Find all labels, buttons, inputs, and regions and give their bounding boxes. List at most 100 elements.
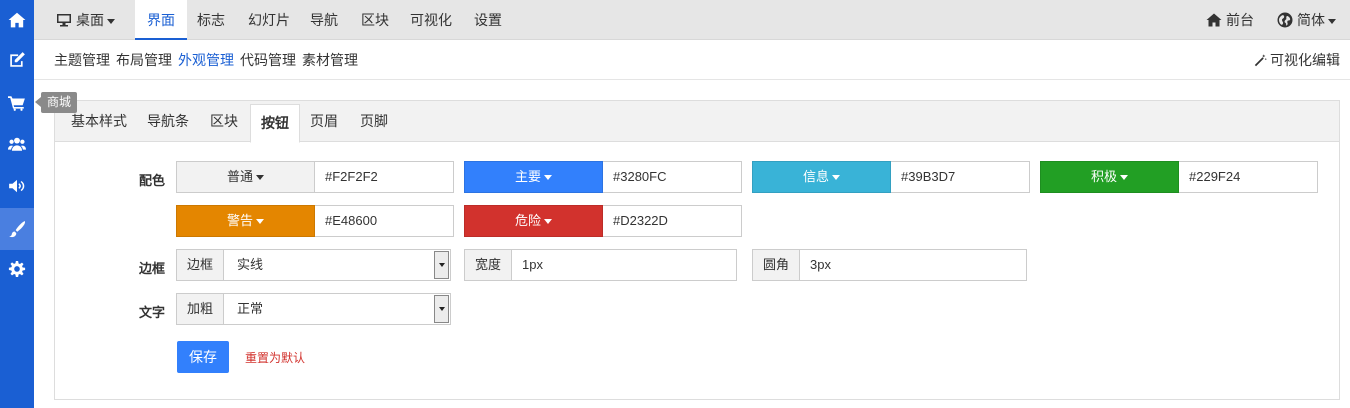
save-button[interactable]: 保存 (177, 341, 229, 373)
border-width-group: 宽度 1px (464, 249, 738, 281)
border-style-addon: 边框 (176, 249, 225, 281)
language-dropdown[interactable]: 简体 (1277, 0, 1336, 40)
desktop-label: 桌面 (76, 12, 104, 28)
tab-navbar[interactable]: 导航条 (147, 101, 189, 142)
border-label: 边框 (139, 261, 166, 276)
users-icon (8, 137, 26, 151)
color-name: 警告 (226, 213, 253, 228)
frontend-link[interactable]: 前台 (1206, 0, 1254, 40)
tab-slideshow[interactable]: 幻灯片 (248, 0, 290, 40)
tab-basic-style[interactable]: 基本样式 (71, 101, 127, 142)
border-style-select[interactable]: 实线 (224, 249, 452, 281)
text-label: 文字 (139, 305, 166, 320)
magic-wand-icon (1254, 54, 1267, 67)
color-name: 普通 (226, 169, 253, 184)
subnav-layout[interactable]: 布局管理 (116, 40, 172, 80)
color-input-warning[interactable]: #E48600 (315, 205, 454, 237)
tab-block[interactable]: 区块 (210, 101, 238, 142)
chevron-down-icon (256, 219, 264, 225)
settings-panel: 基本样式 导航条 区块 按钮 页眉 页脚 配色 普通 #F2F2F2 主要 #3… (54, 100, 1340, 400)
color-dropdown-success[interactable]: 积极 (1040, 161, 1179, 193)
desktop-dropdown[interactable]: 桌面 (56, 0, 115, 40)
sidebar-item-broadcast[interactable] (0, 166, 34, 206)
frontend-label: 前台 (1226, 12, 1254, 28)
home-icon (1206, 13, 1222, 27)
panel-tabs: 基本样式 导航条 区块 按钮 页眉 页脚 (55, 101, 1339, 143)
color-dropdown-default[interactable]: 普通 (176, 161, 315, 193)
tab-logo[interactable]: 标志 (197, 0, 225, 40)
sidebar-item-home[interactable] (0, 0, 34, 40)
subnav-theme[interactable]: 主题管理 (54, 40, 110, 80)
sidebar-item-shop[interactable] (0, 83, 34, 123)
sub-navbar: 主题管理 布局管理 外观管理 代码管理 素材管理 可视化编辑 (34, 40, 1350, 80)
color-group-info: 信息 #39B3D7 (752, 161, 1030, 193)
color-dropdown-primary[interactable]: 主要 (464, 161, 603, 193)
color-dropdown-info[interactable]: 信息 (752, 161, 891, 193)
color-name: 危险 (514, 213, 541, 228)
gear-icon (8, 261, 26, 277)
color-name: 信息 (802, 169, 829, 184)
font-weight-value: 正常 (237, 301, 264, 316)
font-weight-select[interactable]: 正常 (224, 293, 452, 325)
border-width-input[interactable]: 1px (512, 249, 738, 281)
chevron-down-icon (832, 175, 840, 181)
tab-interface[interactable]: 界面 (135, 0, 187, 40)
chevron-down-icon (256, 175, 264, 181)
color-group-primary: 主要 #3280FC (464, 161, 742, 193)
language-label: 简体 (1297, 12, 1325, 28)
tab-header[interactable]: 页眉 (310, 101, 338, 142)
sidebar-item-appearance[interactable] (0, 208, 34, 250)
border-radius-group: 圆角 3px (752, 249, 1028, 281)
color-input-default[interactable]: #F2F2F2 (315, 161, 454, 193)
sidebar-item-settings[interactable] (0, 250, 34, 290)
chevron-down-icon (1120, 175, 1128, 181)
visual-edit-label: 可视化编辑 (1270, 52, 1340, 68)
border-width-addon: 宽度 (464, 249, 513, 281)
visual-edit-link[interactable]: 可视化编辑 (1254, 40, 1340, 80)
subnav-appearance[interactable]: 外观管理 (178, 40, 234, 80)
cart-icon (8, 96, 25, 111)
sidebar (0, 0, 34, 408)
color-input-danger[interactable]: #D2322D (603, 205, 742, 237)
sidebar-item-users[interactable] (0, 124, 34, 164)
border-radius-input[interactable]: 3px (800, 249, 1028, 281)
tab-visual[interactable]: 可视化 (410, 0, 452, 40)
color-group-danger: 危险 #D2322D (464, 205, 742, 237)
color-input-success[interactable]: #229F24 (1179, 161, 1318, 193)
chevron-down-icon (1328, 18, 1336, 24)
top-navbar: 桌面 界面 标志 幻灯片 导航 区块 可视化 设置 前台 简体 (34, 0, 1350, 40)
tab-button[interactable]: 按钮 (250, 104, 300, 143)
tab-navigation[interactable]: 导航 (310, 0, 338, 40)
sidebar-item-edit[interactable] (0, 40, 34, 80)
color-group-default: 普通 #F2F2F2 (176, 161, 454, 193)
tab-settings[interactable]: 设置 (474, 0, 502, 40)
globe-icon (1277, 12, 1293, 28)
chevron-down-icon (107, 18, 115, 24)
border-style-group: 边框 实线 (176, 249, 452, 281)
color-name: 主要 (514, 169, 541, 184)
subnav-code[interactable]: 代码管理 (240, 40, 296, 80)
color-input-primary[interactable]: #3280FC (603, 161, 742, 193)
color-dropdown-danger[interactable]: 危险 (464, 205, 603, 237)
subnav-assets[interactable]: 素材管理 (302, 40, 358, 80)
sidebar-tooltip: 商城 (34, 92, 78, 113)
monitor-icon (57, 14, 71, 27)
color-label: 配色 (139, 173, 166, 188)
color-name: 积极 (1090, 169, 1117, 184)
brush-icon (9, 221, 26, 238)
tab-blocks[interactable]: 区块 (361, 0, 389, 40)
volume-icon (9, 179, 25, 193)
home-icon (8, 12, 26, 28)
color-dropdown-warning[interactable]: 警告 (176, 205, 315, 237)
reset-default-link[interactable]: 重置为默认 (245, 349, 305, 366)
chevron-down-icon (544, 175, 552, 181)
color-input-info[interactable]: #39B3D7 (891, 161, 1030, 193)
select-arrow-icon[interactable] (434, 251, 450, 279)
tab-footer[interactable]: 页脚 (360, 101, 388, 142)
border-radius-addon: 圆角 (752, 249, 801, 281)
color-group-warning: 警告 #E48600 (176, 205, 454, 237)
color-group-success: 积极 #229F24 (1040, 161, 1318, 193)
select-arrow-icon[interactable] (434, 295, 450, 323)
font-weight-addon: 加粗 (176, 293, 225, 325)
border-style-value: 实线 (237, 257, 264, 272)
